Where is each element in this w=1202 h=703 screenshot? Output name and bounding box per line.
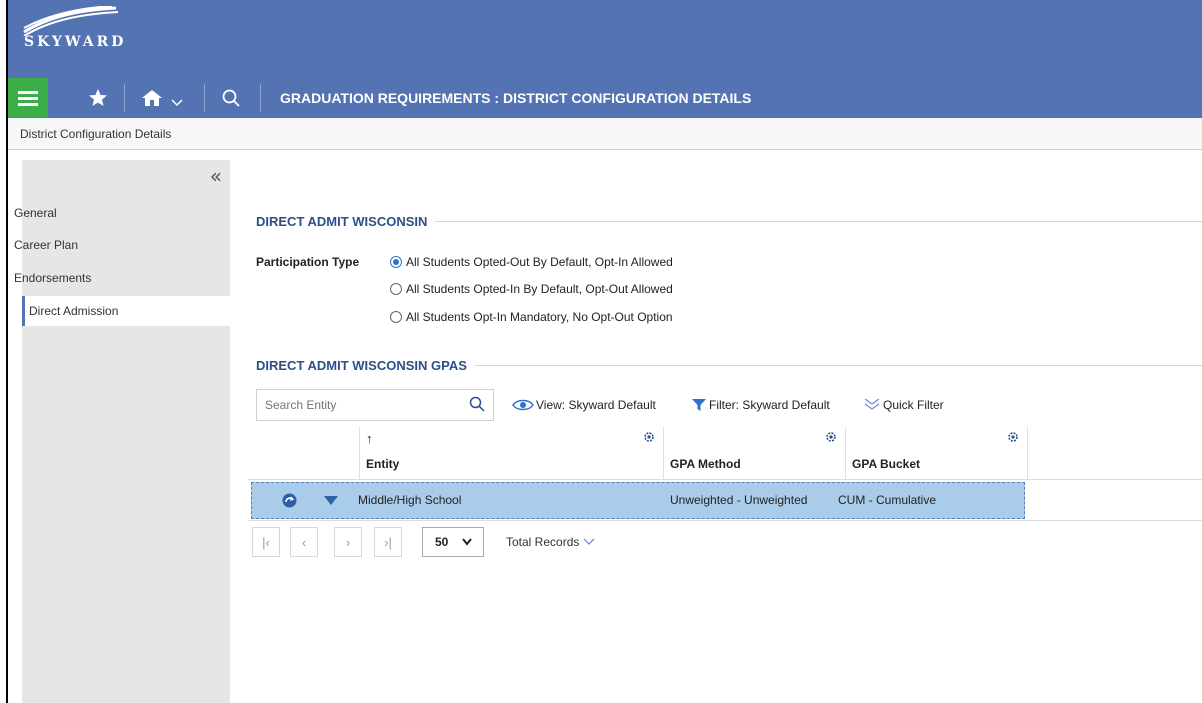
gear-icon[interactable] <box>1007 431 1019 443</box>
sidebar-item-endorsements[interactable]: Endorsements <box>14 263 230 293</box>
search-icon[interactable] <box>469 396 485 412</box>
sort-ascending-icon[interactable]: ↑ <box>366 431 373 446</box>
sidebar: « General Career Plan Endorsements Direc… <box>14 160 230 703</box>
grid-header: ↑ Entity GPA Method GPA Bucket <box>248 427 1202 480</box>
top-header: SKYWARD <box>8 0 1202 78</box>
cell-gpa-bucket: CUM - Cumulative <box>838 493 937 507</box>
eye-icon <box>512 399 534 411</box>
radio-option-opted-in[interactable]: All Students Opted-In By Default, Opt-Ou… <box>390 282 673 296</box>
chevron-down-icon <box>583 538 595 545</box>
radio-label: All Students Opt-In Mandatory, No Opt-Ou… <box>406 310 673 324</box>
column-header-gpa-bucket[interactable]: GPA Bucket <box>846 427 1028 479</box>
sidebar-item-career-plan[interactable]: Career Plan <box>14 230 230 260</box>
cell-entity: Middle/High School <box>358 493 462 507</box>
row-divider <box>248 520 1202 521</box>
next-page-button[interactable]: › <box>334 527 362 557</box>
gear-icon[interactable] <box>643 431 655 443</box>
radio-label: All Students Opted-In By Default, Opt-Ou… <box>406 282 673 296</box>
column-header-controls <box>248 427 360 479</box>
page-size-value: 50 <box>435 535 449 549</box>
hamburger-icon <box>18 88 38 109</box>
page-size-select[interactable]: 50 <box>422 527 484 557</box>
search-icon <box>222 89 240 107</box>
logo-text: SKYWARD <box>24 34 127 50</box>
cell-gpa-method: Unweighted - Unweighted <box>670 493 808 507</box>
nav-separator <box>260 84 261 112</box>
menu-button[interactable] <box>8 78 48 118</box>
radio-button-checked[interactable] <box>390 256 402 268</box>
page-title: GRADUATION REQUIREMENTS : DISTRICT CONFI… <box>280 90 752 106</box>
filter-label: Filter: Skyward Default <box>709 398 830 412</box>
quick-filter-button[interactable]: Quick Filter <box>864 389 944 421</box>
table-row[interactable]: Middle/High School Unweighted - Unweight… <box>251 482 1025 519</box>
column-header-gpa-method[interactable]: GPA Method <box>664 427 846 479</box>
radio-label: All Students Opted-Out By Default, Opt-I… <box>406 255 673 269</box>
filter-button[interactable]: Filter: Skyward Default <box>692 389 830 421</box>
column-label: GPA Method <box>670 457 741 471</box>
refresh-icon[interactable] <box>282 493 297 508</box>
last-page-button[interactable]: ›| <box>374 527 402 557</box>
quick-filter-label: Quick Filter <box>883 398 944 412</box>
skyward-logo[interactable]: SKYWARD <box>20 5 130 50</box>
collapse-sidebar-icon[interactable]: « <box>210 166 222 186</box>
home-icon <box>142 90 162 106</box>
double-chevron-down-icon <box>864 398 880 410</box>
chevron-down-icon <box>171 99 183 107</box>
total-records-label: Total Records <box>506 535 580 549</box>
section-title-text: DIRECT ADMIT WISCONSIN GPAS <box>256 358 467 373</box>
radio-button[interactable] <box>390 311 402 323</box>
column-label: GPA Bucket <box>852 457 921 471</box>
view-label: View: Skyward Default <box>536 398 656 412</box>
view-button[interactable]: View: Skyward Default <box>512 389 656 421</box>
column-header-entity[interactable]: ↑ Entity <box>360 427 664 479</box>
pager: |‹ ‹ › ›| 50 Total Records <box>252 527 752 557</box>
radio-option-opted-out[interactable]: All Students Opted-Out By Default, Opt-I… <box>390 255 673 269</box>
section-title-direct-admit: DIRECT ADMIT WISCONSIN <box>256 214 1202 229</box>
search-entity-box[interactable] <box>256 389 494 421</box>
logo-swoosh-icon <box>23 5 119 37</box>
app-window: SKYWARD GRADUATION REQUIREMENTS: DISTRI… <box>6 0 1202 703</box>
nav-separator <box>124 84 125 112</box>
star-icon <box>89 89 107 106</box>
main-content: DIRECT ADMIT WISCONSIN Participation Typ… <box>248 160 1202 703</box>
radio-button[interactable] <box>390 283 402 295</box>
gear-icon[interactable] <box>825 431 837 443</box>
section-title-text: DIRECT ADMIT WISCONSIN <box>256 214 428 229</box>
nav-separator <box>204 84 205 112</box>
section-divider <box>435 221 1202 222</box>
search-entity-input[interactable] <box>257 390 457 420</box>
participation-type-label: Participation Type <box>256 255 360 269</box>
search-button[interactable] <box>214 78 248 118</box>
radio-option-mandatory[interactable]: All Students Opt-In Mandatory, No Opt-Ou… <box>390 310 673 324</box>
column-label: Entity <box>366 457 400 471</box>
nav-bar: GRADUATION REQUIREMENTS : DISTRICT CONFI… <box>8 78 1202 118</box>
total-records-button[interactable]: Total Records <box>506 527 595 557</box>
home-button[interactable] <box>132 78 192 118</box>
favorites-button[interactable] <box>80 78 116 118</box>
previous-page-button[interactable]: ‹ <box>290 527 318 557</box>
first-page-button[interactable]: |‹ <box>252 527 280 557</box>
sidebar-item-general[interactable]: General <box>14 198 230 228</box>
expand-row-icon[interactable] <box>324 496 338 506</box>
chevron-down-icon <box>462 538 473 546</box>
sidebar-item-direct-admission[interactable]: Direct Admission <box>22 296 230 326</box>
breadcrumb: District Configuration Details <box>8 118 1202 150</box>
filter-icon <box>692 399 706 411</box>
section-title-gpas: DIRECT ADMIT WISCONSIN GPAS <box>256 358 1202 373</box>
section-divider <box>474 365 1202 366</box>
